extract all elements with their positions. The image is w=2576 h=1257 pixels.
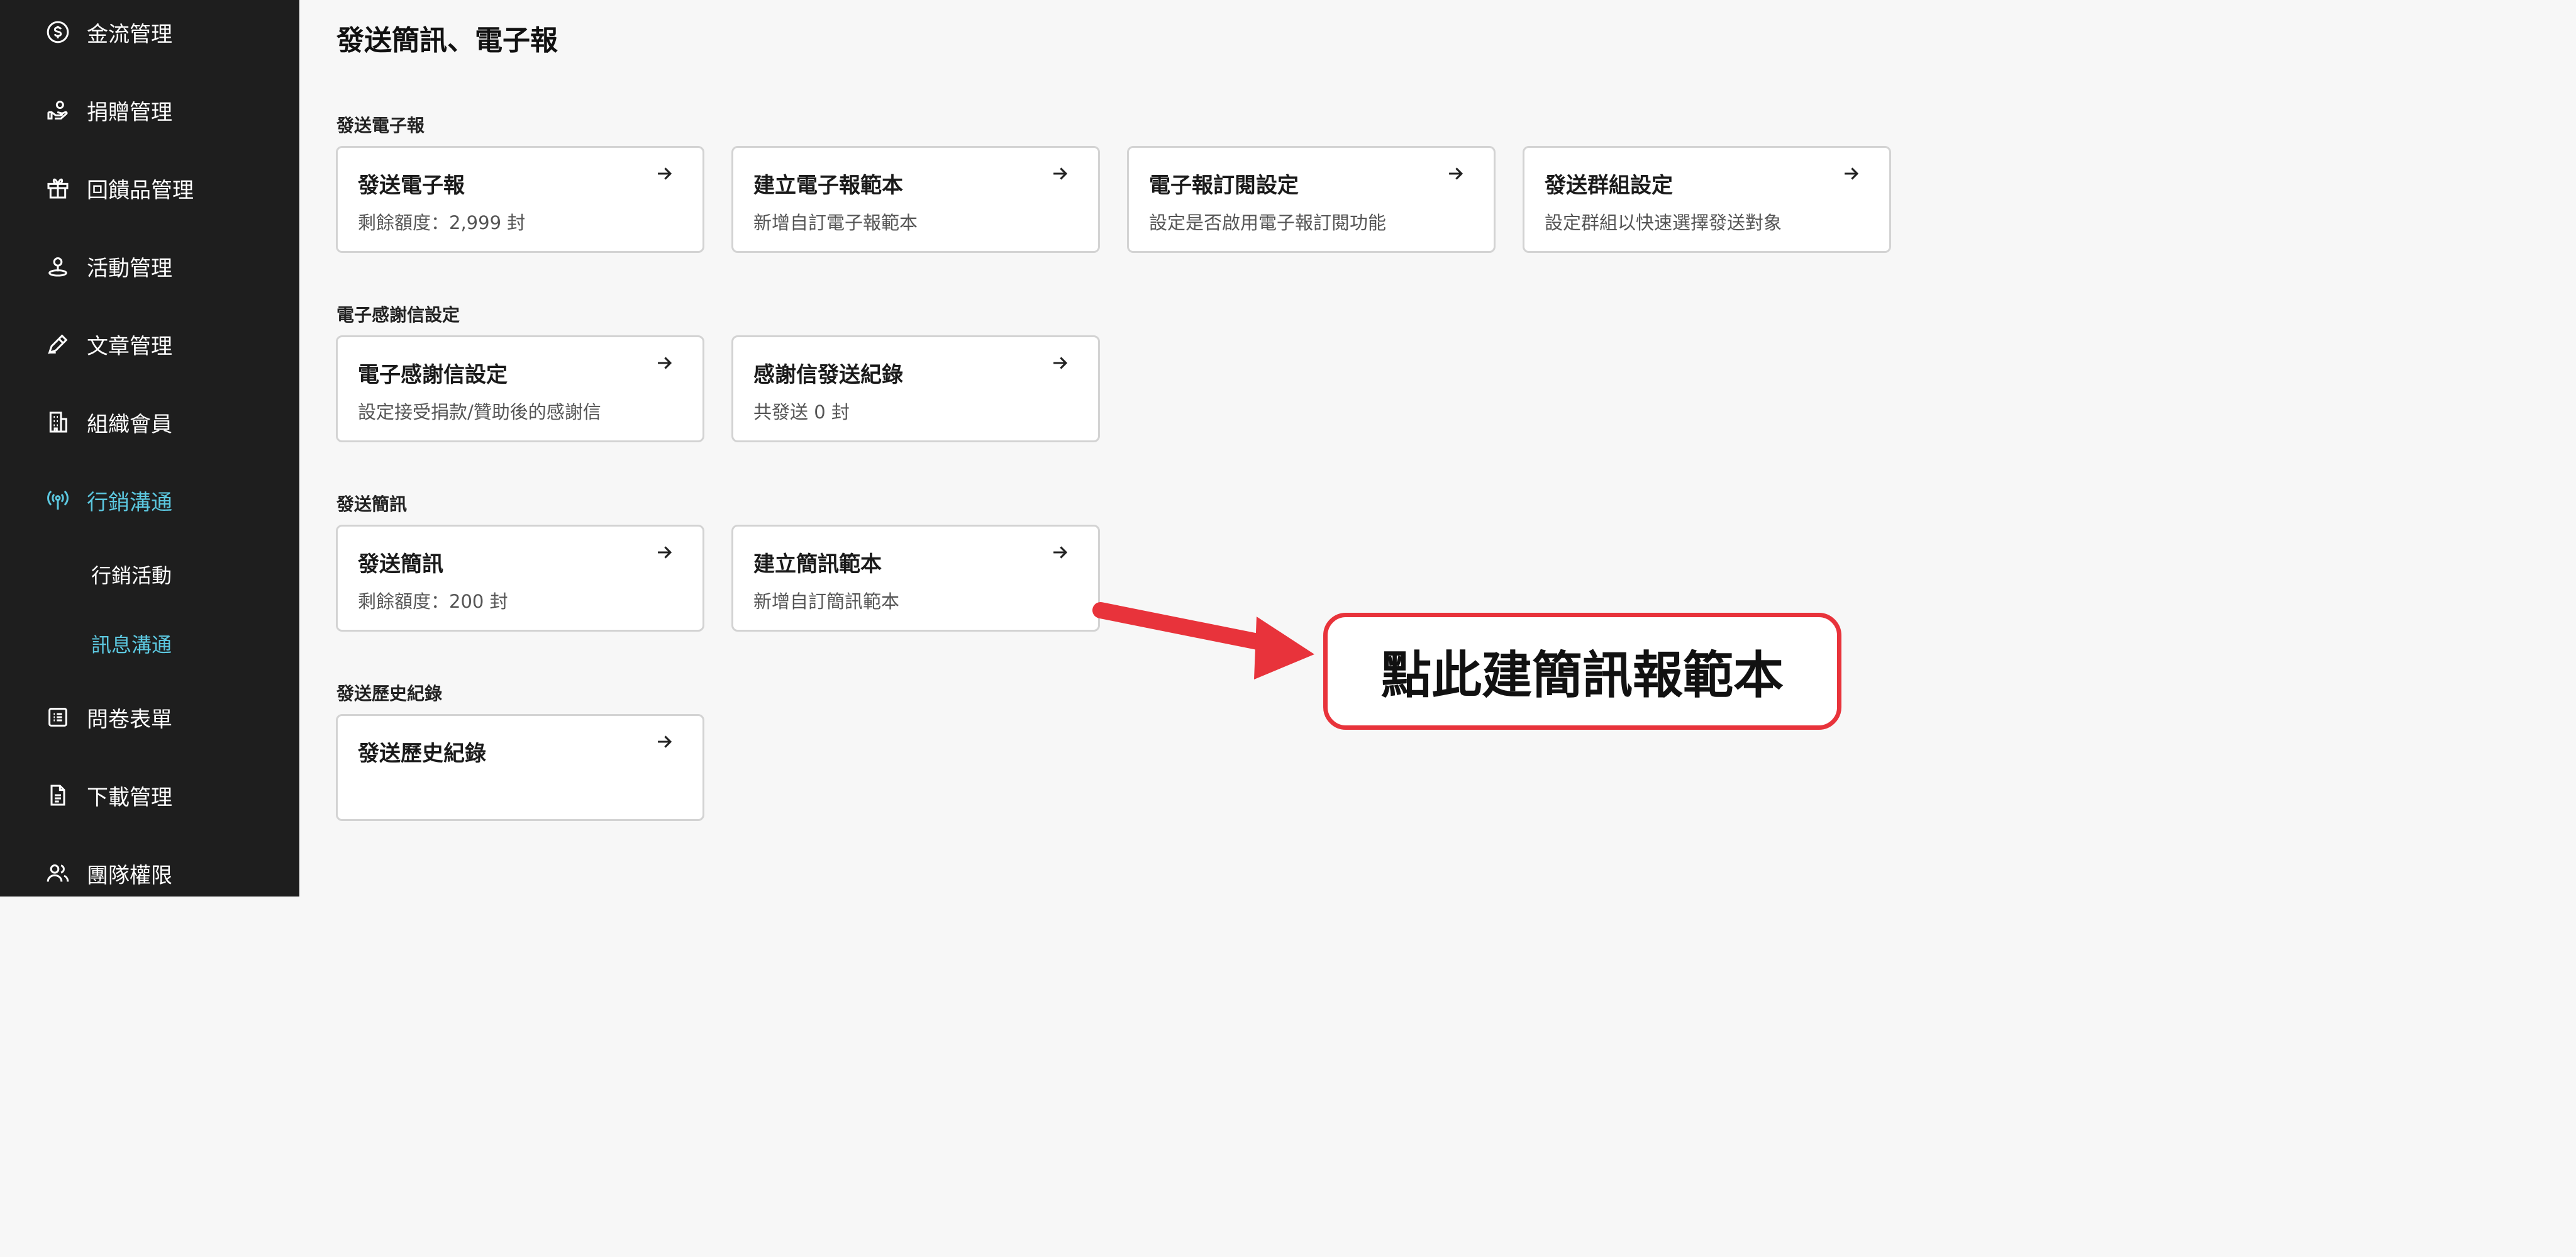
card-title: 電子報訂閱設定 xyxy=(1149,173,1299,198)
arrow-right-icon xyxy=(658,546,672,559)
sidebar-item-label: 回饋品管理 xyxy=(87,177,194,203)
sidebar: 金流管理 捐贈管理 回饋品管理 活動管理 文章管理 組織會員 行銷溝通 行銷活動… xyxy=(0,0,299,897)
card-title: 建立簡訊範本 xyxy=(753,552,882,577)
list-icon xyxy=(44,703,72,731)
sidebar-item-downloads[interactable]: 下載管理 xyxy=(0,770,299,820)
gift-icon xyxy=(44,174,72,202)
arrow-right-icon xyxy=(1845,167,1859,180)
sidebar-item-forms[interactable]: 問卷表單 xyxy=(0,692,299,742)
sidebar-subitem-campaigns[interactable]: 行銷活動 xyxy=(91,556,172,593)
section-label: 電子感謝信設定 xyxy=(336,304,460,325)
arrow-right-icon xyxy=(1449,167,1463,180)
pen-icon xyxy=(44,330,72,358)
broadcast-icon xyxy=(44,486,72,514)
arrow-right-icon xyxy=(658,735,672,748)
sidebar-item-rewards[interactable]: 回饋品管理 xyxy=(0,163,299,213)
card-send-group-settings[interactable]: 發送群組設定 設定群組以快速選擇發送對象 xyxy=(1523,146,1891,253)
card-title: 建立電子報範本 xyxy=(753,173,903,198)
card-title: 發送群組設定 xyxy=(1545,173,1673,198)
annotation-callout: 點此建簡訊報範本 xyxy=(1323,613,1841,730)
sidebar-item-label: 活動管理 xyxy=(87,255,172,281)
sidebar-item-label: 文章管理 xyxy=(87,333,172,359)
location-pin-icon xyxy=(44,252,72,280)
sidebar-item-members[interactable]: 組織會員 xyxy=(0,397,299,447)
sidebar-item-events[interactable]: 活動管理 xyxy=(0,241,299,291)
arrow-right-icon xyxy=(1053,167,1068,180)
sidebar-item-label: 組織會員 xyxy=(87,411,172,437)
card-desc: 剩餘額度：200 封 xyxy=(358,591,508,612)
card-desc: 設定接受捐款/贊助後的感謝信 xyxy=(358,401,601,423)
sidebar-item-team[interactable]: 團隊權限 xyxy=(0,848,299,898)
card-send-history[interactable]: 發送歷史紀錄 xyxy=(336,714,704,821)
card-send-newsletter[interactable]: 發送電子報 剩餘額度：2,999 封 xyxy=(336,146,704,253)
sidebar-item-label: 捐贈管理 xyxy=(87,99,172,125)
card-newsletter-subscription-settings[interactable]: 電子報訂閱設定 設定是否啟用電子報訂閱功能 xyxy=(1127,146,1496,253)
card-create-newsletter-template[interactable]: 建立電子報範本 新增自訂電子報範本 xyxy=(731,146,1100,253)
card-title: 發送電子報 xyxy=(358,173,465,198)
card-desc: 新增自訂電子報範本 xyxy=(753,212,918,233)
sidebar-item-articles[interactable]: 文章管理 xyxy=(0,319,299,369)
sidebar-item-donation[interactable]: 捐贈管理 xyxy=(0,85,299,135)
dollar-circle-icon xyxy=(44,18,72,46)
sidebar-item-label: 問卷表單 xyxy=(87,707,172,732)
arrow-right-icon xyxy=(658,167,672,180)
card-title: 發送簡訊 xyxy=(358,552,443,577)
document-icon xyxy=(44,781,72,809)
card-desc: 設定群組以快速選擇發送對象 xyxy=(1545,212,1782,233)
card-title: 感謝信發送紀錄 xyxy=(753,362,903,388)
card-title: 電子感謝信設定 xyxy=(358,362,508,388)
card-send-sms[interactable]: 發送簡訊 剩餘額度：200 封 xyxy=(336,525,704,632)
card-desc: 設定是否啟用電子報訂閱功能 xyxy=(1149,212,1387,233)
sidebar-subitem-messaging[interactable]: 訊息溝通 xyxy=(91,625,172,662)
arrow-right-icon xyxy=(1053,546,1068,559)
arrow-right-icon xyxy=(658,357,672,369)
section-label: 發送歷史紀錄 xyxy=(336,683,443,704)
users-icon xyxy=(44,859,72,887)
arrow-right-icon xyxy=(1053,357,1068,369)
sidebar-item-label: 金流管理 xyxy=(87,21,172,47)
section-label: 發送電子報 xyxy=(336,115,425,136)
sidebar-item-marketing[interactable]: 行銷溝通 xyxy=(0,475,299,525)
sidebar-item-payment[interactable]: 金流管理 xyxy=(0,7,299,57)
card-title: 發送歷史紀錄 xyxy=(358,741,486,766)
page-title: 發送簡訊、電子報 xyxy=(336,25,558,57)
card-thank-you-letter-log[interactable]: 感謝信發送紀錄 共發送 0 封 xyxy=(731,335,1100,442)
sidebar-item-label: 團隊權限 xyxy=(87,863,172,888)
card-desc: 剩餘額度：2,999 封 xyxy=(358,212,526,233)
sidebar-item-label: 下載管理 xyxy=(87,785,172,810)
building-icon xyxy=(44,408,72,436)
card-desc: 新增自訂簡訊範本 xyxy=(753,591,900,612)
card-create-sms-template[interactable]: 建立簡訊範本 新增自訂簡訊範本 xyxy=(731,525,1100,632)
hand-donate-icon xyxy=(44,96,72,124)
card-desc: 共發送 0 封 xyxy=(753,401,850,423)
section-label: 發送簡訊 xyxy=(336,494,408,515)
sidebar-item-label: 行銷溝通 xyxy=(87,489,172,515)
card-thank-you-letter-settings[interactable]: 電子感謝信設定 設定接受捐款/贊助後的感謝信 xyxy=(336,335,704,442)
